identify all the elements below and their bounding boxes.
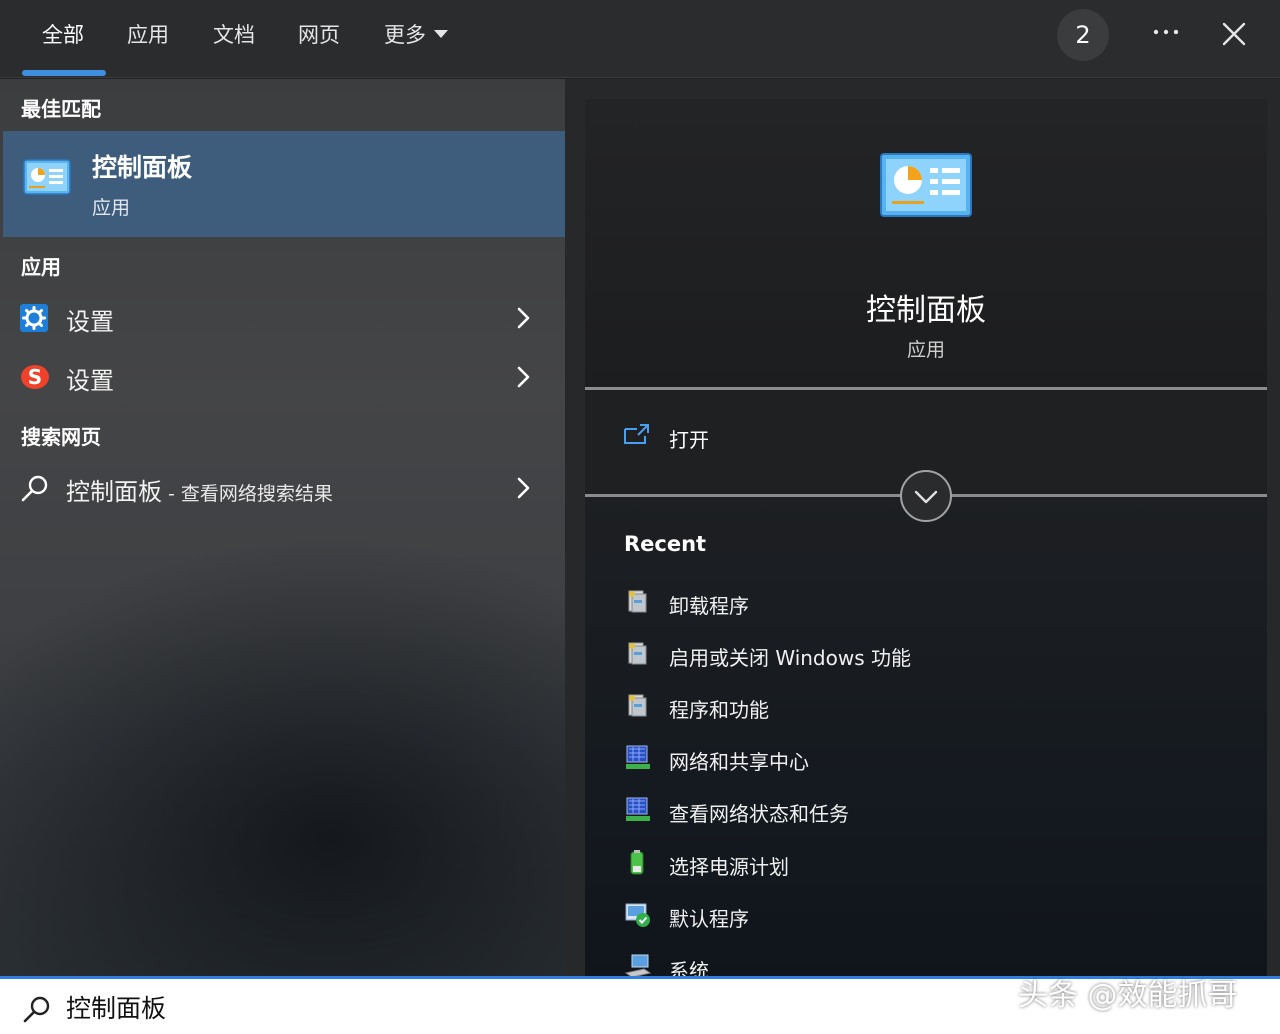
app-result-label: 设置 [66,308,114,336]
recent-item-label: 程序和功能 [669,698,769,722]
expand-chevron-button[interactable] [900,470,952,522]
apps-header: 应用 [21,255,61,279]
recent-item-uninstall[interactable]: 卸载程序 [624,582,1264,622]
control-panel-icon [880,153,972,221]
chevron-right-icon[interactable] [513,476,533,504]
app-result-label: 设置 [66,367,114,395]
recent-title: Recent [624,532,707,556]
power-icon [624,849,650,881]
recent-item-default-programs[interactable]: 默认程序 [624,895,1264,935]
recent-item-label: 卸载程序 [669,594,749,618]
programs-icon [624,692,650,724]
web-search-query: 控制面板 [66,478,162,506]
network-icon [624,744,652,776]
web-search-label: 控制面板 - 查看网络搜索结果 [66,472,333,507]
chevron-right-icon[interactable] [513,306,533,334]
recent-item-label: 默认程序 [669,907,749,931]
recent-item-label: 查看网络状态和任务 [669,802,849,826]
app-result-settings[interactable]: 设置 [3,290,565,346]
recent-item-programs-features[interactable]: 程序和功能 [624,686,1264,726]
tab-apps[interactable]: 应用 [127,18,169,52]
sogou-s-icon: S [20,363,50,395]
app-preview-card: 控制面板 应用 [585,99,1267,387]
best-match-title: 控制面板 [92,153,193,182]
app-subtitle: 应用 [906,339,945,361]
tab-more[interactable]: 更多 [384,18,448,52]
watermark-text: 头条 @效能抓哥 [1018,978,1238,1013]
preview-pane: 控制面板 应用 打开 Recent 卸载程序 启用或关闭 Windows 功能 [565,79,1280,983]
network-icon [624,796,652,828]
control-panel-icon [23,159,71,201]
active-tab-indicator [22,70,106,76]
recent-item-label: 网络和共享中心 [669,750,809,774]
recent-item-network-status[interactable]: 查看网络状态和任务 [624,790,1264,830]
rewards-badge[interactable]: 2 [1057,9,1109,61]
web-search-header: 搜索网页 [21,425,101,449]
results-list: 最佳匹配 控制面板 应用 应用 设置 S 设置 搜索网页 控制面板 - 查看网络… [0,79,565,976]
recent-item-windows-features[interactable]: 启用或关闭 Windows 功能 [624,634,1264,674]
best-match-subtitle: 应用 [92,197,131,219]
recent-item-network-sharing[interactable]: 网络和共享中心 [624,738,1264,778]
web-search-result[interactable]: 控制面板 - 查看网络搜索结果 [3,460,565,516]
recent-item-power-plan[interactable]: 选择电源计划 [624,843,1264,883]
recent-list: Recent 卸载程序 启用或关闭 Windows 功能 程序和功能 网络和共享… [585,497,1267,983]
programs-icon [624,640,650,672]
open-label: 打开 [669,428,709,452]
ellipsis-icon[interactable] [1146,12,1186,56]
open-window-icon [623,423,651,451]
web-search-suffix: - 查看网络搜索结果 [162,483,333,505]
tab-all[interactable]: 全部 [42,18,84,52]
search-icon [22,995,52,1029]
chevron-right-icon[interactable] [513,365,533,393]
search-input[interactable] [66,987,966,1027]
caret-down-icon [434,30,448,38]
app-title: 控制面板 [866,293,986,328]
search-icon [20,474,50,508]
best-match-control-panel[interactable]: 控制面板 应用 [3,131,565,237]
close-icon[interactable] [1214,14,1254,54]
app-result-sogou-settings[interactable]: S 设置 [3,349,565,405]
settings-gear-icon [20,304,48,336]
default-programs-icon [624,901,652,933]
tab-web[interactable]: 网页 [298,18,340,52]
recent-item-label: 启用或关闭 Windows 功能 [669,646,911,670]
tab-documents[interactable]: 文档 [213,18,255,52]
tab-more-label: 更多 [384,23,426,47]
recent-item-label: 选择电源计划 [669,855,789,879]
best-match-header: 最佳匹配 [21,97,101,121]
search-top-bar: 全部 应用 文档 网页 更多 2 [0,0,1280,78]
chevron-down-icon [914,490,938,504]
programs-icon [624,588,650,620]
svg-text:S: S [28,365,42,389]
